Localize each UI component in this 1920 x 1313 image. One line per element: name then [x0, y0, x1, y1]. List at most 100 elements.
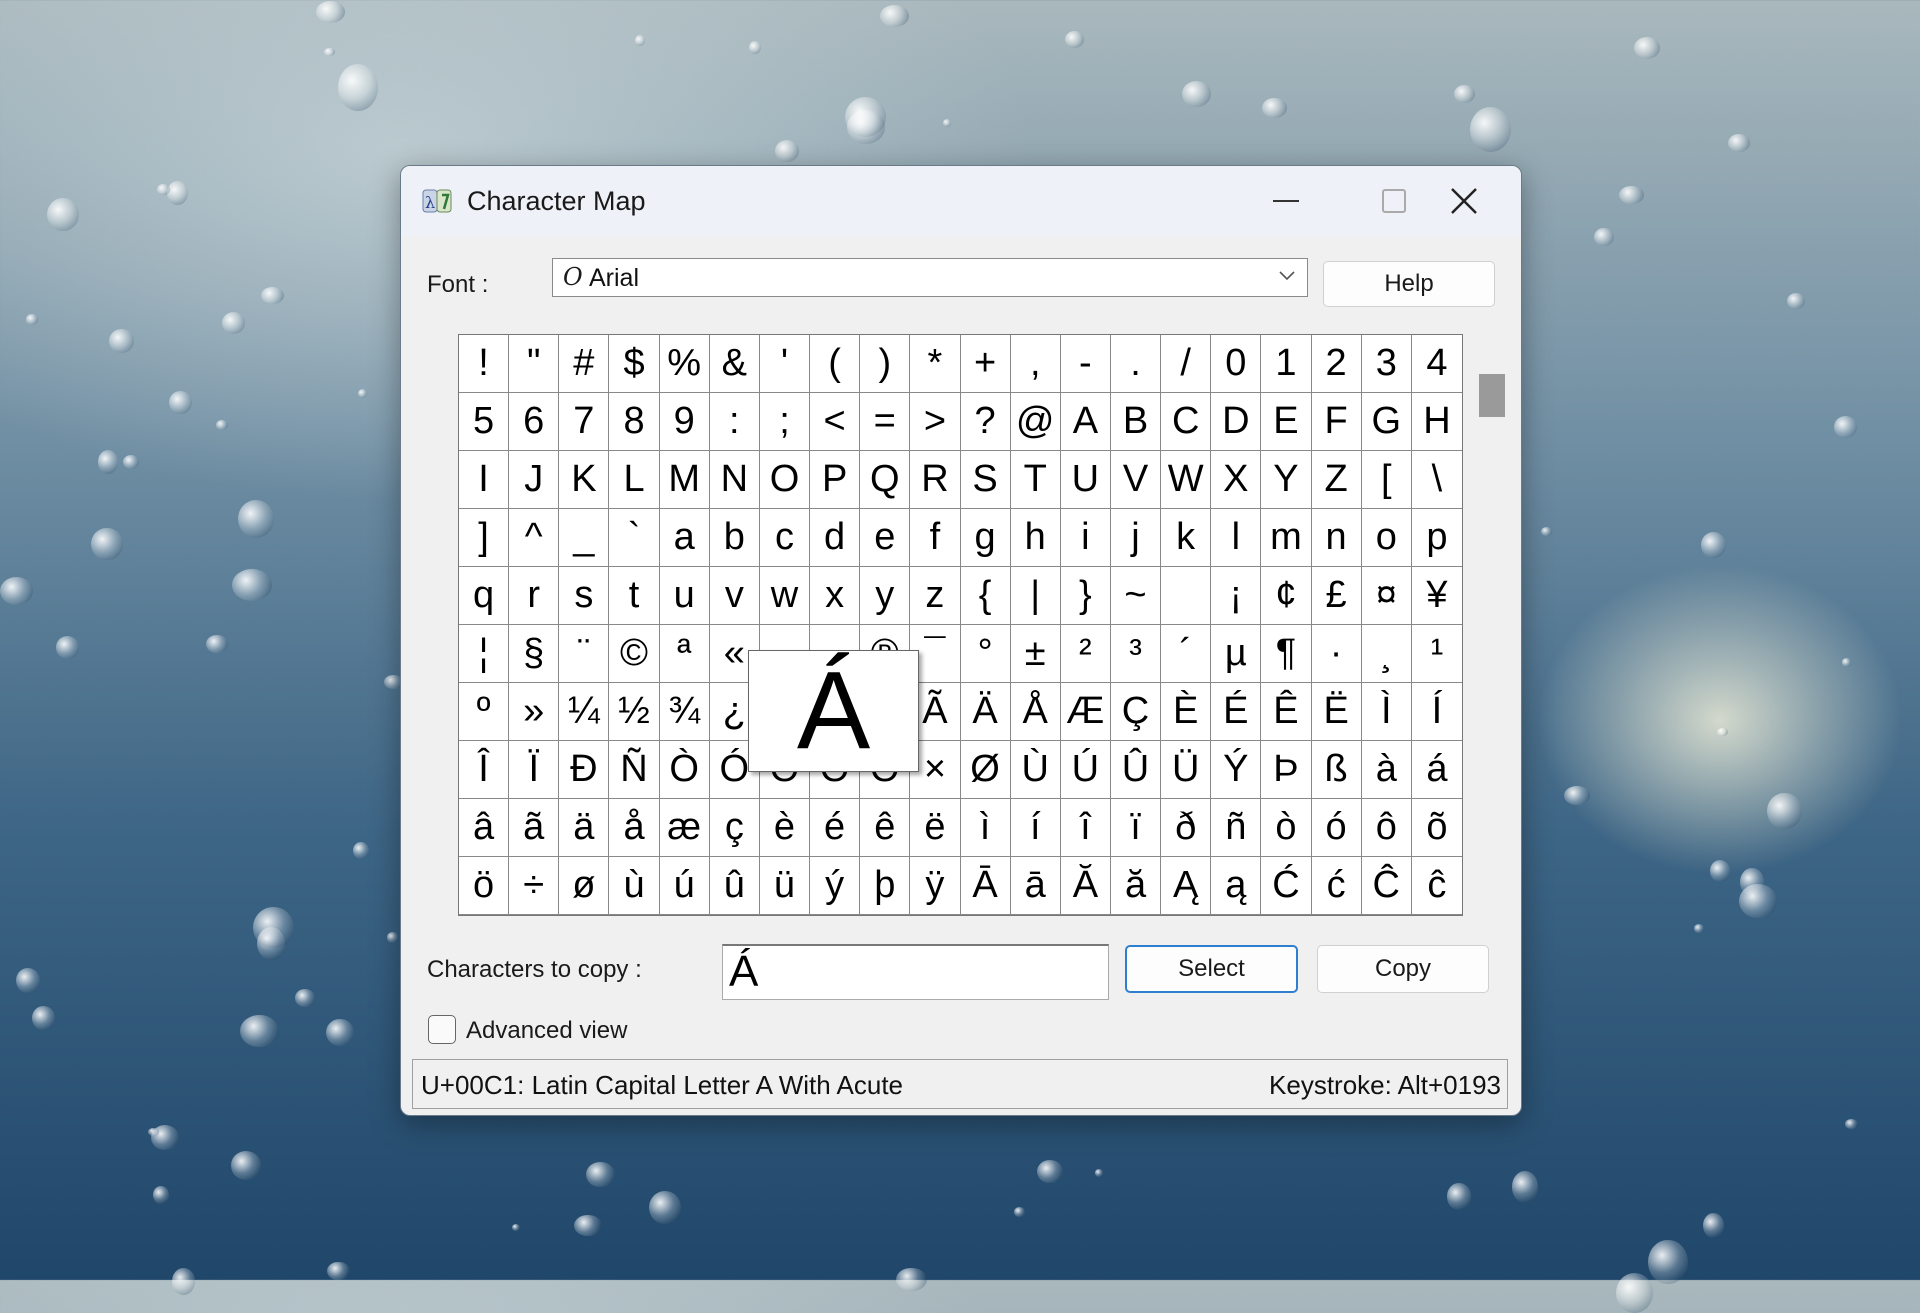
- character-cell[interactable]: T: [1010, 451, 1061, 509]
- character-cell[interactable]: Þ: [1261, 741, 1312, 799]
- character-cell[interactable]: ;: [759, 393, 811, 451]
- character-cell[interactable]: ć: [1311, 857, 1362, 915]
- character-cell[interactable]: ĉ: [1411, 857, 1462, 915]
- character-cell[interactable]: 5: [459, 393, 510, 451]
- character-cell[interactable]: ·: [1311, 625, 1362, 683]
- character-cell[interactable]: E: [1261, 393, 1312, 451]
- character-cell[interactable]: C: [1161, 393, 1212, 451]
- character-cell[interactable]: z: [910, 567, 961, 625]
- character-cell[interactable]: Ñ: [609, 741, 660, 799]
- character-cell[interactable]: X: [1211, 451, 1262, 509]
- character-cell[interactable]: ð: [1161, 799, 1212, 857]
- character-cell[interactable]: ¤: [1361, 567, 1412, 625]
- character-cell[interactable]: ú: [659, 857, 710, 915]
- character-cell[interactable]: ´: [1161, 625, 1212, 683]
- character-cell[interactable]: J: [509, 451, 560, 509]
- character-cell[interactable]: È: [1161, 683, 1212, 741]
- character-cell[interactable]: ù: [609, 857, 660, 915]
- character-cell[interactable]: ~: [1110, 567, 1162, 625]
- character-cell[interactable]: ò: [1261, 799, 1312, 857]
- character-cell[interactable]: k: [1161, 509, 1212, 567]
- character-cell[interactable]: Ì: [1361, 683, 1412, 741]
- character-cell[interactable]: µ: [1211, 625, 1262, 683]
- character-cell[interactable]: ª: [659, 625, 710, 683]
- character-cell[interactable]: p: [1411, 509, 1462, 567]
- character-cell[interactable]: ø: [559, 857, 610, 915]
- character-cell[interactable]: ¶: [1261, 625, 1312, 683]
- character-cell[interactable]: h: [1010, 509, 1061, 567]
- character-cell[interactable]: Æ: [1060, 683, 1111, 741]
- character-cell[interactable]: 2: [1311, 335, 1362, 393]
- character-cell[interactable]: P: [810, 451, 861, 509]
- character-cell[interactable]: Z: [1311, 451, 1362, 509]
- character-cell[interactable]: ä: [559, 799, 610, 857]
- character-cell[interactable]: 1: [1261, 335, 1312, 393]
- select-button[interactable]: Select: [1125, 945, 1298, 993]
- character-cell[interactable]: {: [960, 567, 1011, 625]
- character-cell[interactable]: G: [1361, 393, 1412, 451]
- character-cell[interactable]: ô: [1361, 799, 1412, 857]
- character-cell[interactable]: ': [759, 335, 811, 393]
- character-cell[interactable]: à: [1361, 741, 1412, 799]
- character-cell[interactable]: ¼: [559, 683, 610, 741]
- character-cell[interactable]: f: [910, 509, 961, 567]
- character-cell[interactable]: v: [709, 567, 760, 625]
- character-cell[interactable]: V: [1110, 451, 1162, 509]
- character-cell[interactable]: Ă: [1060, 857, 1111, 915]
- character-cell[interactable]: Ç: [1110, 683, 1162, 741]
- character-cell[interactable]: ì: [960, 799, 1011, 857]
- character-cell[interactable]: 3: [1361, 335, 1412, 393]
- character-cell[interactable]: å: [609, 799, 660, 857]
- character-cell[interactable]: ÷: [509, 857, 560, 915]
- character-cell[interactable]: õ: [1411, 799, 1462, 857]
- character-cell[interactable]: ³: [1110, 625, 1162, 683]
- character-cell[interactable]: ê: [860, 799, 911, 857]
- character-cell[interactable]: ñ: [1211, 799, 1262, 857]
- character-cell[interactable]: >: [910, 393, 961, 451]
- character-cell[interactable]: ß: [1311, 741, 1362, 799]
- character-cell[interactable]: Ý: [1211, 741, 1262, 799]
- character-cell[interactable]: (: [810, 335, 861, 393]
- character-cell[interactable]: j: [1110, 509, 1162, 567]
- character-cell[interactable]: /: [1161, 335, 1212, 393]
- character-cell[interactable]: ă: [1110, 857, 1162, 915]
- character-cell[interactable]: ó: [1311, 799, 1362, 857]
- character-cell[interactable]: _: [559, 509, 610, 567]
- character-cell[interactable]: <: [810, 393, 861, 451]
- character-cell[interactable]: g: [960, 509, 1011, 567]
- character-cell[interactable]: Ð: [559, 741, 610, 799]
- character-cell[interactable]: Ć: [1261, 857, 1312, 915]
- character-cell[interactable]: 0: [1211, 335, 1262, 393]
- character-cell[interactable]: ã: [509, 799, 560, 857]
- character-cell[interactable]: Ø: [960, 741, 1011, 799]
- character-cell[interactable]: è: [759, 799, 811, 857]
- character-cell[interactable]: .: [1110, 335, 1162, 393]
- character-cell[interactable]: 4: [1411, 335, 1462, 393]
- character-cell[interactable]: *: [910, 335, 961, 393]
- character-cell[interactable]: 9: [659, 393, 710, 451]
- character-cell[interactable]: x: [810, 567, 861, 625]
- character-cell[interactable]: #: [559, 335, 610, 393]
- character-cell[interactable]: æ: [659, 799, 710, 857]
- character-cell[interactable]: Ā: [960, 857, 1011, 915]
- character-cell[interactable]: ,: [1010, 335, 1061, 393]
- close-button[interactable]: [1419, 176, 1509, 226]
- character-cell[interactable]: =: [860, 393, 911, 451]
- character-cell[interactable]: Ĉ: [1361, 857, 1412, 915]
- character-cell[interactable]: ¦: [459, 625, 510, 683]
- character-cell[interactable]: u: [659, 567, 710, 625]
- character-cell[interactable]: D: [1211, 393, 1262, 451]
- characters-to-copy-input[interactable]: Á: [722, 944, 1109, 1000]
- character-cell[interactable]: r: [509, 567, 560, 625]
- character-cell[interactable]: ÿ: [910, 857, 961, 915]
- character-cell[interactable]: -: [1060, 335, 1111, 393]
- character-cell[interactable]: +: [960, 335, 1011, 393]
- character-cell[interactable]: î: [1060, 799, 1111, 857]
- character-cell[interactable]: ¡: [1211, 567, 1262, 625]
- character-cell[interactable]: U: [1060, 451, 1111, 509]
- character-cell[interactable]: §: [509, 625, 560, 683]
- character-cell[interactable]: 8: [609, 393, 660, 451]
- character-cell[interactable]: ö: [459, 857, 510, 915]
- character-cell[interactable]: â: [459, 799, 510, 857]
- grid-scrollbar-thumb[interactable]: [1479, 374, 1505, 417]
